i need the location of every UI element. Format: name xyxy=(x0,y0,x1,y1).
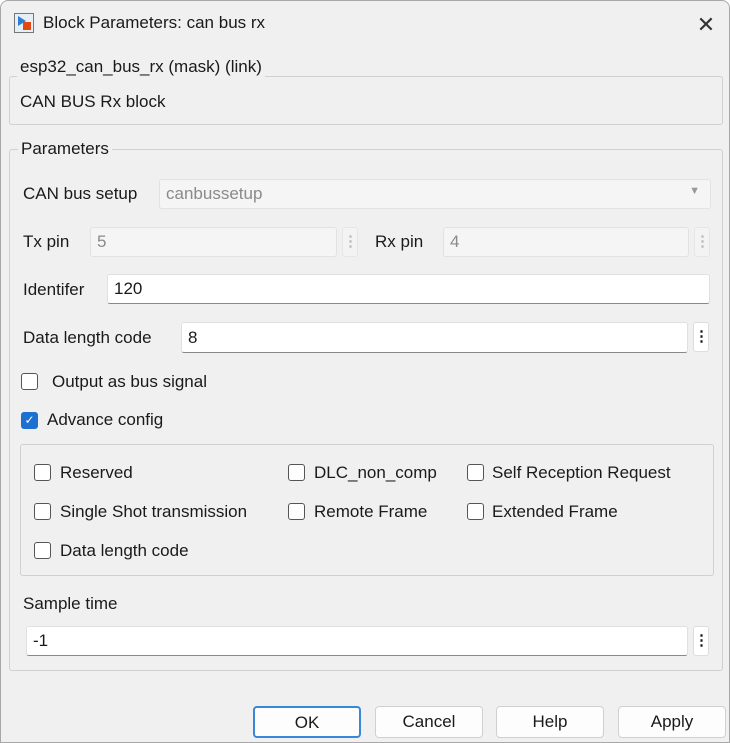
help-button[interactable]: Help xyxy=(496,706,604,738)
extended-frame-label: Extended Frame xyxy=(492,502,618,521)
identifier-label: Identifer xyxy=(23,280,85,299)
rx-pin-value: 4 xyxy=(450,232,460,251)
dlc-non-comp-label: DLC_non_comp xyxy=(314,463,437,482)
output-bus-label: Output as bus signal xyxy=(52,372,207,391)
sample-time-input[interactable]: -1 xyxy=(26,626,688,656)
data-length-code-checkbox[interactable] xyxy=(34,542,51,559)
reserved-label: Reserved xyxy=(60,463,133,482)
cancel-button[interactable]: Cancel xyxy=(375,706,483,738)
tx-pin-label: Tx pin xyxy=(23,232,70,251)
close-icon[interactable]: ✕ xyxy=(691,11,721,39)
reserved-checkbox[interactable] xyxy=(34,464,51,481)
self-reception-label: Self Reception Request xyxy=(492,463,671,482)
extended-frame-checkbox[interactable] xyxy=(467,503,484,520)
mask-description: CAN BUS Rx block xyxy=(20,92,166,111)
advance-config-checkbox[interactable]: ✓ xyxy=(21,412,38,429)
sample-time-value: -1 xyxy=(33,631,49,650)
tx-pin-more-icon[interactable]: ⋮ xyxy=(342,227,358,257)
self-reception-checkbox[interactable] xyxy=(467,464,484,481)
data-length-code-option-label: Data length code xyxy=(60,541,189,560)
ok-button[interactable]: OK xyxy=(253,706,361,738)
parameters-legend: Parameters xyxy=(18,139,112,159)
simulink-block-icon xyxy=(14,13,34,33)
dlc-value: 8 xyxy=(188,327,198,347)
remote-frame-label: Remote Frame xyxy=(314,502,428,521)
can-bus-setup-dropdown[interactable]: canbussetup ▼ xyxy=(159,179,711,209)
single-shot-label: Single Shot transmission xyxy=(60,502,248,521)
sample-time-more-icon[interactable]: ⋮ xyxy=(693,626,709,656)
output-bus-checkbox[interactable] xyxy=(21,373,38,390)
dialog-window: Block Parameters: can bus rx ✕ esp32_can… xyxy=(0,0,730,743)
mask-legend: esp32_can_bus_rx (mask) (link) xyxy=(17,57,265,77)
sample-time-label: Sample time xyxy=(23,594,118,613)
can-bus-setup-value: canbussetup xyxy=(166,184,263,203)
single-shot-checkbox[interactable] xyxy=(34,503,51,520)
chevron-down-icon: ▼ xyxy=(689,185,700,197)
apply-button[interactable]: Apply xyxy=(618,706,726,738)
dlc-input[interactable]: 8 xyxy=(181,322,688,353)
tx-pin-value: 5 xyxy=(97,232,107,251)
tx-pin-field[interactable]: 5 xyxy=(90,227,337,257)
rx-pin-field[interactable]: 4 xyxy=(443,227,689,257)
remote-frame-checkbox[interactable] xyxy=(288,503,305,520)
advance-config-label: Advance config xyxy=(47,410,164,429)
window-title: Block Parameters: can bus rx xyxy=(43,13,266,32)
rx-pin-label: Rx pin xyxy=(375,232,424,251)
can-bus-setup-label: CAN bus setup xyxy=(23,184,138,203)
identifier-value: 120 xyxy=(114,279,143,298)
identifier-input[interactable]: 120 xyxy=(107,274,710,304)
dlc-non-comp-checkbox[interactable] xyxy=(288,464,305,481)
dlc-label: Data length code xyxy=(23,328,152,347)
dlc-more-icon[interactable]: ⋮ xyxy=(693,322,709,352)
rx-pin-more-icon[interactable]: ⋮ xyxy=(694,227,710,257)
